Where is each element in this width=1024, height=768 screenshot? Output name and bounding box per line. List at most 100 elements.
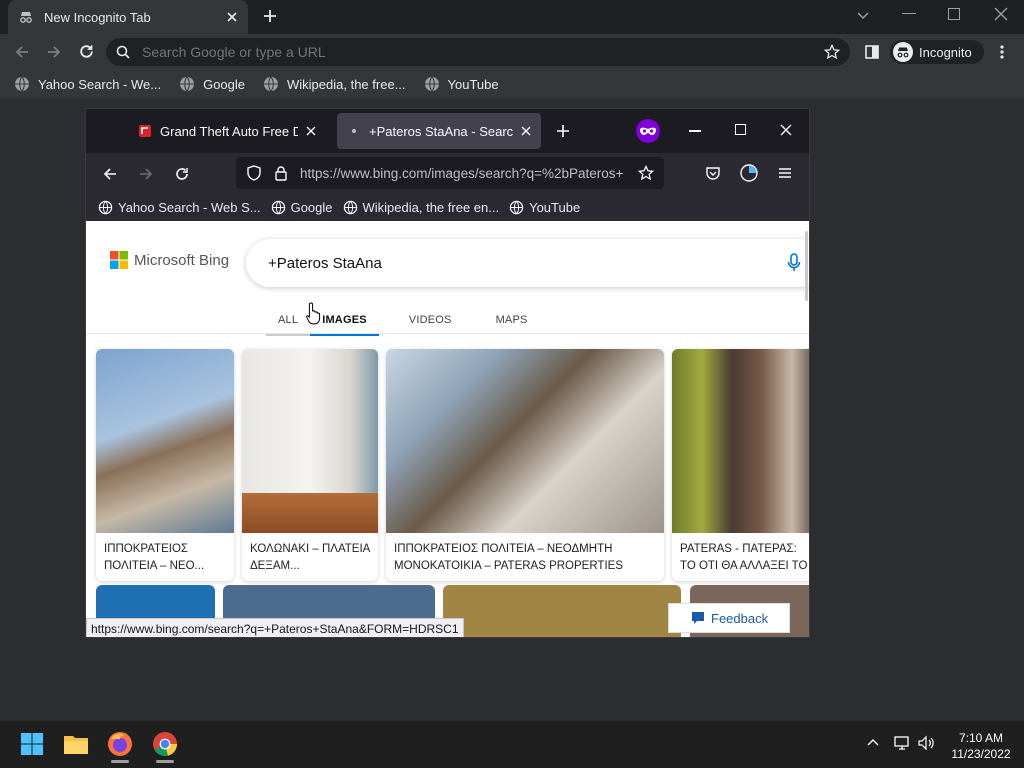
tab-label: IMAGES: [322, 314, 367, 326]
chrome-bookmark-youtube[interactable]: YouTube: [424, 76, 499, 92]
result-thumbnail[interactable]: [96, 349, 234, 533]
microsoft-logo-icon: [110, 251, 128, 269]
globe-icon: [424, 76, 440, 92]
incognito-avatar-icon: [893, 42, 913, 62]
firefox-back-icon[interactable]: [102, 166, 118, 182]
pocket-icon[interactable]: [705, 165, 721, 181]
globe-icon: [271, 200, 286, 215]
back-arrow-icon[interactable]: [14, 44, 30, 60]
hand-cursor-icon: [306, 301, 322, 325]
chrome-close-button[interactable]: [994, 7, 1008, 21]
firefox-tab-gta[interactable]: Grand Theft Auto Free Down: [128, 113, 326, 149]
bookmark-label: Wikipedia, the free en...: [362, 199, 500, 215]
chrome-bookmark-yahoo[interactable]: Yahoo Search - We...: [14, 76, 161, 92]
chrome-running-indicator: [156, 760, 174, 763]
bookmark-label: Yahoo Search - Web S...: [118, 199, 261, 215]
volume-icon[interactable]: [918, 735, 936, 751]
firefox-close-button[interactable]: [780, 124, 792, 136]
chrome-bookmarks-bar: Yahoo Search - We... Google Wikipedia, t…: [0, 70, 1024, 98]
bookmark-label: Google: [203, 76, 246, 92]
chrome-omnibox[interactable]: [106, 38, 850, 66]
new-tab-button[interactable]: [262, 8, 278, 24]
bing-search-query[interactable]: +Pateros StaAna: [268, 255, 382, 272]
tab-videos[interactable]: VIDEOS: [397, 307, 464, 333]
result-caption[interactable]: ΙΠΠΟΚΡΑΤΕΙΟΣ ΠΟΛΙΤΕΙΑ – ΝΕΟΔΜΗΤΗ ΜΟΝΟΚΑΤ…: [386, 533, 664, 581]
bookmark-label: YouTube: [447, 76, 499, 92]
tab-all[interactable]: ALL: [266, 307, 311, 336]
firefox-forward-icon[interactable]: [138, 166, 154, 182]
firefox-bookmark-wikipedia[interactable]: Wikipedia, the free en...: [343, 199, 500, 215]
bing-logo[interactable]: Microsoft Bing: [110, 251, 229, 269]
result-thumbnail[interactable]: [386, 349, 664, 533]
firefox-minimize-button[interactable]: [689, 130, 701, 132]
chrome-bookmark-wikipedia[interactable]: Wikipedia, the free...: [263, 76, 406, 92]
close-tab-icon[interactable]: [306, 126, 316, 136]
tracking-shield-icon[interactable]: [246, 165, 262, 181]
file-explorer-icon[interactable]: [56, 724, 96, 764]
globe-icon: [98, 200, 113, 215]
firefox-bookmark-yahoo[interactable]: Yahoo Search - Web S...: [98, 200, 261, 215]
tab-search-chevron-icon[interactable]: [856, 8, 870, 22]
result-caption[interactable]: PATERAS - ΠΑΤΕΡΑΣ: ΤΟ ΟΤΙ ΘΑ ΑΛΛΑΞΕΙ ΤΟ …: [672, 533, 809, 581]
side-panel-icon[interactable]: [864, 44, 880, 60]
chrome-minimize-button[interactable]: [902, 13, 916, 14]
bing-search-box[interactable]: +Pateros StaAna: [246, 239, 809, 287]
close-tab-icon[interactable]: [521, 126, 531, 136]
image-result-card[interactable]: PATERAS - ΠΑΤΕΡΑΣ: ΤΟ ΟΤΙ ΘΑ ΑΛΛΑΞΕΙ ΤΟ …: [672, 349, 809, 581]
network-icon[interactable]: [894, 735, 912, 751]
bookmark-label: YouTube: [529, 199, 581, 215]
result-caption[interactable]: ΚΟΛΩΝΑΚΙ – ΠΛΑΤΕΙΑ ΔΕΞΑΜ...: [242, 533, 378, 581]
result-thumbnail[interactable]: [672, 349, 809, 533]
firefox-bookmark-google[interactable]: Google: [271, 200, 333, 215]
tray-chevron-up-icon[interactable]: [866, 736, 880, 750]
reload-icon[interactable]: [78, 43, 95, 60]
image-result-card[interactable]: ΙΠΠΟΚΡΑΤΕΙΟΣ ΠΟΛΙΤΕΙΑ – ΝΕΟ...: [96, 349, 234, 581]
firefox-taskbar-icon[interactable]: [100, 724, 140, 764]
windows-start-icon[interactable]: [12, 724, 52, 764]
chrome-bookmark-google[interactable]: Google: [179, 76, 245, 92]
bookmark-star-icon[interactable]: [638, 165, 654, 181]
incognito-profile-button[interactable]: Incognito: [890, 40, 984, 64]
hamburger-menu-icon[interactable]: [778, 166, 792, 180]
firefox-reload-icon[interactable]: [174, 166, 190, 182]
chrome-menu-icon[interactable]: [999, 44, 1005, 60]
image-result-thumbnail-row2[interactable]: [443, 585, 681, 637]
chrome-taskbar-icon[interactable]: [145, 724, 185, 764]
microphone-icon[interactable]: [787, 253, 801, 273]
firefox-url-bar[interactable]: https://www.bing.com/images/search?q=%2b…: [236, 157, 664, 189]
feedback-button[interactable]: Feedback: [668, 603, 790, 633]
bing-images-page: Microsoft Bing +Pateros StaAna ALL IMAGE…: [86, 221, 809, 637]
firefox-new-tab-button[interactable]: [556, 124, 570, 138]
feedback-speech-icon: [691, 611, 705, 625]
chrome-tab-new-incognito[interactable]: New Incognito Tab: [8, 0, 248, 34]
private-browsing-mask-icon: [636, 119, 660, 143]
chrome-restore-button[interactable]: [948, 8, 960, 20]
result-thumbnail[interactable]: [242, 349, 378, 533]
firefox-maximize-button[interactable]: [735, 124, 746, 135]
firefox-running-indicator: [111, 760, 129, 763]
system-clock[interactable]: 7:10 AM 11/23/2022: [946, 730, 1016, 762]
firefox-tab-bing-search[interactable]: +Pateros StaAna - Search Im: [337, 113, 541, 149]
tab-label: MAPS: [495, 314, 528, 326]
loading-dot-icon: [347, 124, 361, 138]
bing-logo-text: Microsoft Bing: [134, 251, 230, 269]
firefox-bookmark-youtube[interactable]: YouTube: [509, 200, 580, 215]
chrome-omnibox-input[interactable]: [142, 44, 812, 60]
bookmark-star-icon[interactable]: [824, 44, 840, 60]
lock-icon[interactable]: [274, 165, 288, 181]
page-scrollbar-thumb[interactable]: [805, 231, 808, 301]
search-icon: [116, 45, 130, 59]
close-tab-icon[interactable]: [226, 11, 238, 23]
result-caption[interactable]: ΙΠΠΟΚΡΑΤΕΙΟΣ ΠΟΛΙΤΕΙΑ – ΝΕΟ...: [96, 533, 234, 581]
image-result-card[interactable]: ΚΟΛΩΝΑΚΙ – ΠΛΑΤΕΙΑ ΔΕΞΑΜ...: [242, 349, 378, 581]
image-result-card[interactable]: ΙΠΠΟΚΡΑΤΕΙΟΣ ΠΟΛΙΤΕΙΑ – ΝΕΟΔΜΗΤΗ ΜΟΝΟΚΑΤ…: [386, 349, 664, 581]
forward-arrow-icon[interactable]: [46, 44, 62, 60]
account-sync-icon[interactable]: [740, 164, 758, 182]
nav-divider: [86, 333, 809, 334]
firefox-status-url: https://www.bing.com/search?q=+Pateros+S…: [86, 618, 464, 637]
tab-maps[interactable]: MAPS: [484, 307, 540, 333]
globe-icon: [179, 76, 195, 92]
tab-label: ALL: [278, 314, 299, 326]
firefox-url-text[interactable]: https://www.bing.com/images/search?q=%2b…: [300, 166, 626, 181]
globe-icon: [343, 200, 358, 215]
